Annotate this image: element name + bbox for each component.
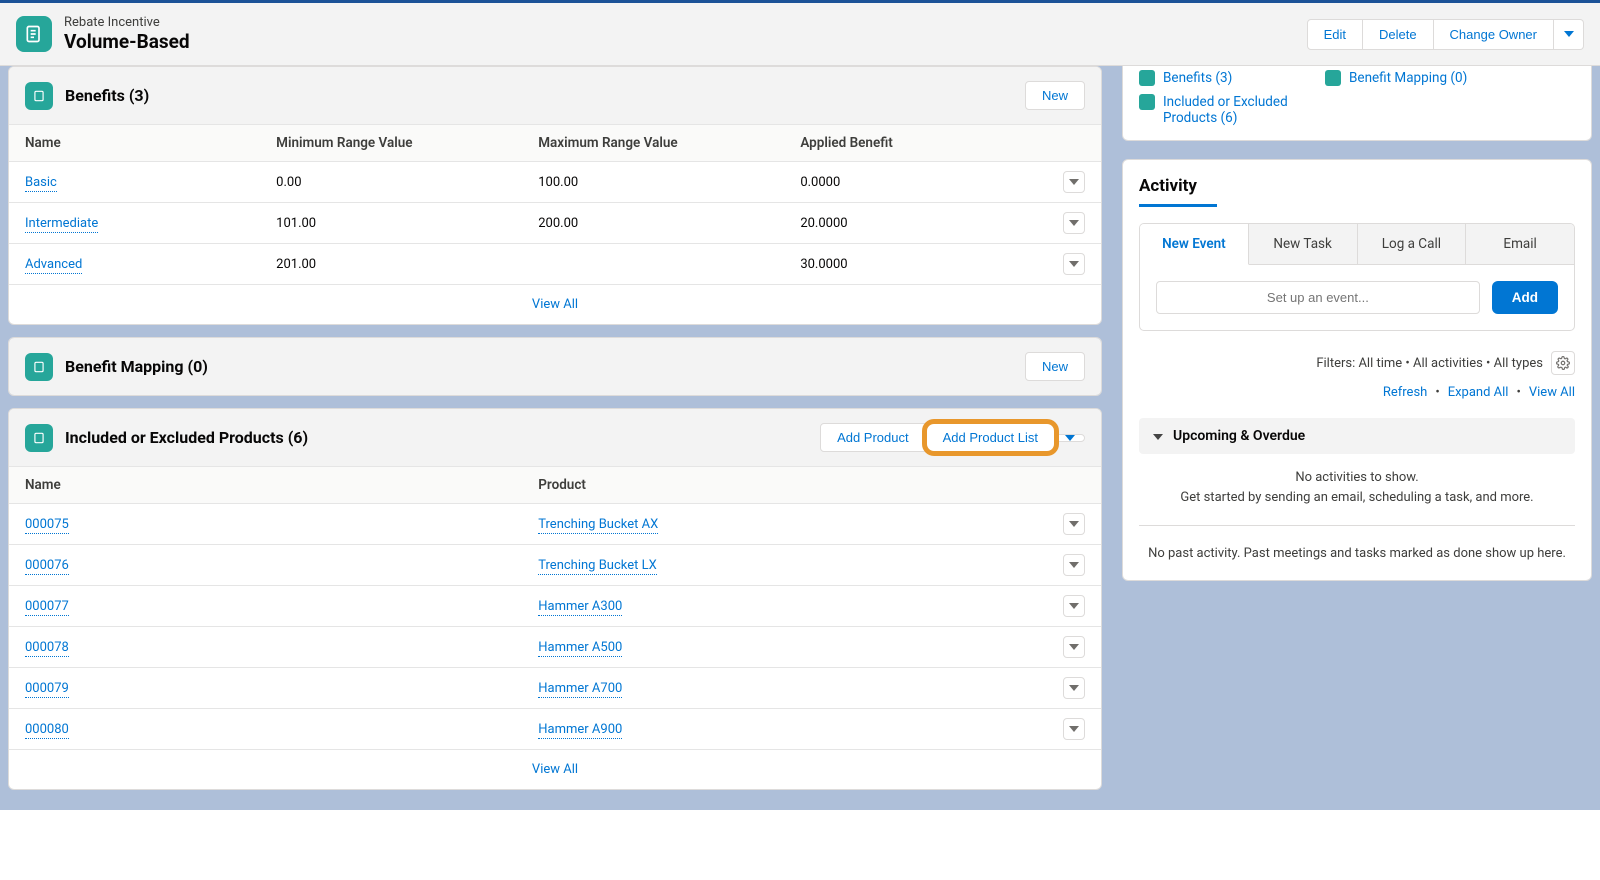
- mapping-icon: [25, 353, 53, 381]
- product-id-link[interactable]: 000077: [25, 599, 69, 616]
- record-type: Rebate Incentive: [64, 15, 190, 30]
- col-product: Product: [522, 467, 1047, 504]
- more-actions-dropdown[interactable]: [1554, 19, 1584, 50]
- products-view-all[interactable]: View All: [9, 749, 1101, 789]
- mapping-title: Benefit Mapping (0): [65, 357, 208, 376]
- product-link[interactable]: Hammer A900: [538, 722, 622, 739]
- benefit-link[interactable]: Advanced: [25, 257, 82, 274]
- product-id-link[interactable]: 000076: [25, 558, 69, 575]
- ql-included[interactable]: Included or Excluded Products (6): [1139, 94, 1289, 126]
- table-row: 000075 Trenching Bucket AX: [9, 504, 1101, 545]
- row-menu-button[interactable]: [1063, 554, 1085, 576]
- product-id-link[interactable]: 000078: [25, 640, 69, 657]
- no-past-activity-text: No past activity. Past meetings and task…: [1139, 544, 1575, 564]
- products-card: Included or Excluded Products (6) Add Pr…: [8, 408, 1102, 790]
- products-table: Name Product 000075 Trenching Bucket AX 0…: [9, 466, 1101, 749]
- list-icon: [1139, 70, 1155, 86]
- get-started-text: Get started by sending an email, schedul…: [1139, 488, 1575, 508]
- col-min: Minimum Range Value: [260, 125, 522, 162]
- benefits-table: Name Minimum Range Value Maximum Range V…: [9, 124, 1101, 284]
- tab-log-call[interactable]: Log a Call: [1358, 224, 1467, 265]
- change-owner-button[interactable]: Change Owner: [1434, 19, 1554, 50]
- product-id-link[interactable]: 000080: [25, 722, 69, 739]
- table-row: 000076 Trenching Bucket LX: [9, 545, 1101, 586]
- benefits-icon: [25, 82, 53, 110]
- tab-new-task[interactable]: New Task: [1249, 224, 1358, 265]
- col-name: Name: [9, 125, 260, 162]
- benefits-new-button[interactable]: New: [1025, 81, 1085, 110]
- table-row: 000078 Hammer A500: [9, 627, 1101, 668]
- row-menu-button[interactable]: [1063, 253, 1085, 275]
- table-row: Advanced 201.00 30.0000: [9, 244, 1101, 285]
- benefit-link[interactable]: Intermediate: [25, 216, 98, 233]
- list-icon: [1139, 94, 1155, 110]
- col-applied: Applied Benefit: [784, 125, 1047, 162]
- col-name: Name: [9, 467, 522, 504]
- activity-card: Activity New Event New Task Log a Call E…: [1122, 159, 1592, 581]
- row-menu-button[interactable]: [1063, 212, 1085, 234]
- table-row: 000080 Hammer A900: [9, 709, 1101, 750]
- benefits-card: Benefits (3) New Name Minimum Range Valu…: [8, 66, 1102, 325]
- table-row: 000079 Hammer A700: [9, 668, 1101, 709]
- add-product-list-button[interactable]: Add Product List: [926, 423, 1055, 452]
- row-menu-button[interactable]: [1063, 513, 1085, 535]
- table-row: Basic 0.00 100.00 0.0000: [9, 162, 1101, 203]
- list-icon: [1325, 70, 1341, 86]
- product-link[interactable]: Hammer A500: [538, 640, 622, 657]
- tab-email[interactable]: Email: [1466, 224, 1574, 265]
- divider: [1139, 525, 1575, 526]
- gear-icon[interactable]: [1551, 351, 1575, 375]
- add-activity-button[interactable]: Add: [1492, 281, 1558, 314]
- expand-all-link[interactable]: Expand All: [1448, 385, 1509, 400]
- add-product-button[interactable]: Add Product: [820, 423, 926, 452]
- table-row: Intermediate 101.00 200.00 20.0000: [9, 203, 1101, 244]
- row-menu-button[interactable]: [1063, 677, 1085, 699]
- products-title: Included or Excluded Products (6): [65, 428, 308, 447]
- activity-tab-underline: [1139, 204, 1217, 207]
- product-link[interactable]: Trenching Bucket AX: [538, 517, 658, 534]
- row-menu-button[interactable]: [1063, 636, 1085, 658]
- ql-mapping[interactable]: Benefit Mapping (0): [1325, 70, 1467, 86]
- products-dropdown[interactable]: [1055, 434, 1085, 442]
- product-id-link[interactable]: 000075: [25, 517, 69, 534]
- col-max: Maximum Range Value: [522, 125, 784, 162]
- record-icon: [16, 16, 52, 52]
- activity-filters: Filters: All time • All activities • All…: [1316, 356, 1543, 371]
- view-all-link[interactable]: View All: [1529, 385, 1575, 400]
- table-row: 000077 Hammer A300: [9, 586, 1101, 627]
- benefit-link[interactable]: Basic: [25, 175, 57, 192]
- benefits-title: Benefits (3): [65, 86, 149, 105]
- product-link[interactable]: Hammer A300: [538, 599, 622, 616]
- no-activities-text: No activities to show.: [1139, 468, 1575, 488]
- delete-button[interactable]: Delete: [1363, 19, 1434, 50]
- products-icon: [25, 424, 53, 452]
- benefits-view-all[interactable]: View All: [9, 284, 1101, 324]
- ql-benefits[interactable]: Benefits (3): [1139, 70, 1289, 86]
- row-menu-button[interactable]: [1063, 171, 1085, 193]
- tab-new-event[interactable]: New Event: [1140, 224, 1249, 265]
- quick-links-card: Benefits (3) Included or Excluded Produc…: [1122, 66, 1592, 141]
- edit-button[interactable]: Edit: [1307, 19, 1363, 50]
- record-name: Volume-Based: [64, 30, 190, 53]
- row-menu-button[interactable]: [1063, 595, 1085, 617]
- upcoming-overdue-header[interactable]: Upcoming & Overdue: [1139, 418, 1575, 454]
- mapping-new-button[interactable]: New: [1025, 352, 1085, 381]
- refresh-link[interactable]: Refresh: [1383, 385, 1427, 400]
- activity-title: Activity: [1139, 176, 1575, 196]
- benefit-mapping-card: Benefit Mapping (0) New: [8, 337, 1102, 396]
- row-menu-button[interactable]: [1063, 718, 1085, 740]
- product-link[interactable]: Hammer A700: [538, 681, 622, 698]
- chevron-down-icon: [1153, 434, 1163, 440]
- event-input[interactable]: [1156, 281, 1480, 314]
- product-id-link[interactable]: 000079: [25, 681, 69, 698]
- product-link[interactable]: Trenching Bucket LX: [538, 558, 657, 575]
